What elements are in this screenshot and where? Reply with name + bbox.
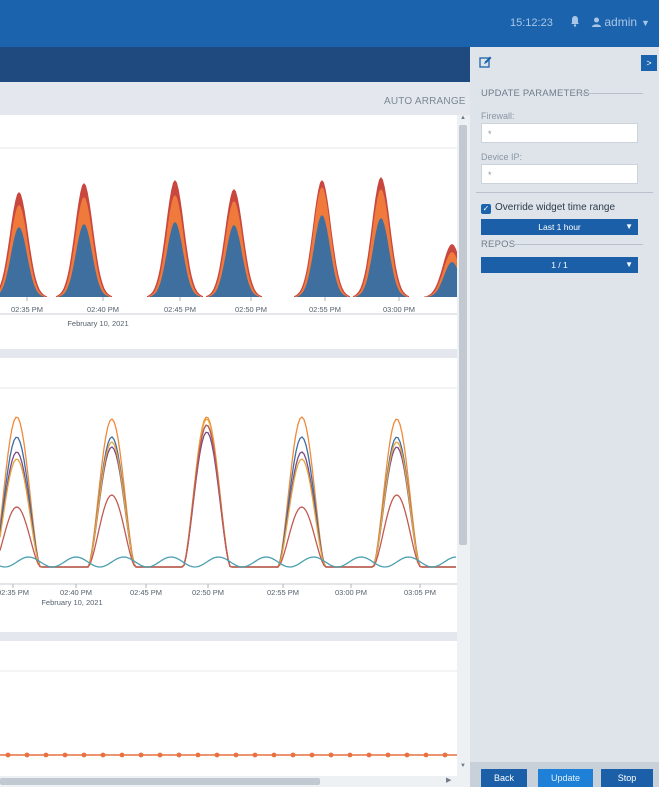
- data-point: [385, 752, 391, 758]
- chevron-down-icon: ▼: [625, 260, 633, 269]
- data-point: [43, 752, 49, 758]
- panel-footer: Back Update Stop: [470, 762, 659, 787]
- data-point: [404, 752, 410, 758]
- x-tick-label: 02:50 PM: [192, 588, 224, 597]
- x-tick-label: 02:40 PM: [60, 588, 92, 597]
- user-menu[interactable]: admin ▼: [592, 15, 650, 29]
- x-axis-date-label: February 10, 2021: [41, 598, 102, 607]
- widget-line-chart: 02:35 PM 02:40 PM 02:45 PM 02:50 PM 02:55 PM…: [0, 358, 457, 632]
- x-tick-label: 02:40 PM: [87, 305, 119, 314]
- data-point: [24, 752, 30, 758]
- x-tick-label: 02:45 PM: [130, 588, 162, 597]
- override-checkbox[interactable]: ✓: [481, 204, 491, 214]
- scroll-right-icon[interactable]: ▶: [446, 776, 451, 784]
- top-bar: 15:12:23 admin ▼: [0, 0, 659, 47]
- series-line-1: [0, 424, 456, 568]
- bell-icon[interactable]: [570, 15, 582, 29]
- user-icon: [592, 17, 601, 27]
- time-range-value: Last 1 hour: [538, 222, 581, 232]
- update-parameters-title: UPDATE PARAMETERS: [481, 88, 590, 99]
- chevron-down-icon: ▼: [641, 18, 650, 28]
- auto-arrange-button[interactable]: AUTO ARRANGE: [384, 96, 466, 107]
- flat-line-chart: [0, 670, 457, 758]
- series-line-3: [0, 418, 456, 568]
- x-tick-label: 03:05 PM: [404, 588, 436, 597]
- data-point: [176, 752, 182, 758]
- scroll-up-icon[interactable]: ▲: [460, 115, 466, 121]
- data-point: [62, 752, 68, 758]
- series-line-4: [0, 424, 456, 568]
- collapse-panel-button[interactable]: >: [641, 55, 657, 71]
- repos-value: 1 / 1: [551, 260, 568, 270]
- vertical-scrollbar[interactable]: ▲ ▼: [457, 115, 470, 787]
- device-ip-label: Device IP:: [481, 152, 523, 162]
- data-point: [347, 752, 353, 758]
- horizontal-scrollbar[interactable]: ▶: [0, 776, 457, 787]
- x-tick-label: 03:00 PM: [383, 305, 415, 314]
- x-tick-label: 02:45 PM: [164, 305, 196, 314]
- section-divider: [580, 93, 643, 94]
- data-point: [271, 752, 277, 758]
- back-button[interactable]: Back: [481, 769, 527, 787]
- data-point: [100, 752, 106, 758]
- line-chart: 02:35 PM 02:40 PM 02:45 PM 02:50 PM 02:55 PM…: [0, 387, 457, 607]
- firewall-input[interactable]: *: [481, 123, 638, 143]
- x-tick-label: 02:50 PM: [235, 305, 267, 314]
- panel-divider: [476, 192, 653, 193]
- area-chart: 02:35 PM 02:40 PM 02:45 PM 02:50 PM 02:55 PM…: [0, 147, 457, 328]
- data-point: [81, 752, 87, 758]
- username: admin: [604, 15, 638, 29]
- series-line-2: [0, 431, 456, 568]
- section-divider: [513, 244, 643, 245]
- chevron-right-icon: >: [646, 58, 652, 68]
- dashboard-canvas: AUTO ARRANGE 02:35 PM 02:40 PM 02:45 PM 02:…: [0, 82, 470, 787]
- override-label: Override widget time range: [495, 202, 616, 213]
- horizontal-scroll-thumb[interactable]: [0, 778, 320, 785]
- data-point: [5, 752, 11, 758]
- firewall-label: Firewall:: [481, 111, 515, 121]
- repos-title: REPOS: [481, 239, 516, 250]
- widget-area-chart: 02:35 PM 02:40 PM 02:45 PM 02:50 PM 02:55 PM…: [0, 115, 457, 349]
- repos-select[interactable]: 1 / 1 ▼: [481, 257, 638, 273]
- x-tick-label: 03:00 PM: [335, 588, 367, 597]
- vertical-scroll-thumb[interactable]: [459, 125, 467, 545]
- update-button[interactable]: Update: [538, 769, 593, 787]
- x-tick-label: 02:35 PM: [0, 588, 29, 597]
- widget-flat-line-chart: [0, 641, 457, 787]
- stop-button[interactable]: Stop: [601, 769, 653, 787]
- parameters-panel: > UPDATE PARAMETERS Firewall: * Device I…: [470, 47, 659, 787]
- data-point: [290, 752, 296, 758]
- clock: 15:12:23: [510, 17, 553, 29]
- data-point: [233, 752, 239, 758]
- data-point: [423, 752, 429, 758]
- time-range-select[interactable]: Last 1 hour ▼: [481, 219, 638, 235]
- x-axis-date-label: February 10, 2021: [67, 319, 128, 328]
- data-point: [214, 752, 220, 758]
- edit-icon[interactable]: [479, 56, 493, 70]
- data-point: [366, 752, 372, 758]
- data-point: [138, 752, 144, 758]
- x-tick-label: 02:35 PM: [11, 305, 43, 314]
- data-point: [252, 752, 258, 758]
- device-ip-input[interactable]: *: [481, 164, 638, 184]
- chevron-down-icon: ▼: [625, 222, 633, 231]
- data-point: [309, 752, 315, 758]
- data-point: [442, 752, 448, 758]
- data-point: [328, 752, 334, 758]
- x-tick-label: 02:55 PM: [309, 305, 341, 314]
- x-tick-label: 02:55 PM: [267, 588, 299, 597]
- series-line-0: [0, 416, 456, 568]
- dashboard-header: [0, 47, 470, 82]
- scroll-down-icon[interactable]: ▼: [460, 763, 466, 769]
- data-point: [119, 752, 125, 758]
- override-time-range-row[interactable]: ✓ Override widget time range: [481, 202, 615, 214]
- data-point: [157, 752, 163, 758]
- data-point: [195, 752, 201, 758]
